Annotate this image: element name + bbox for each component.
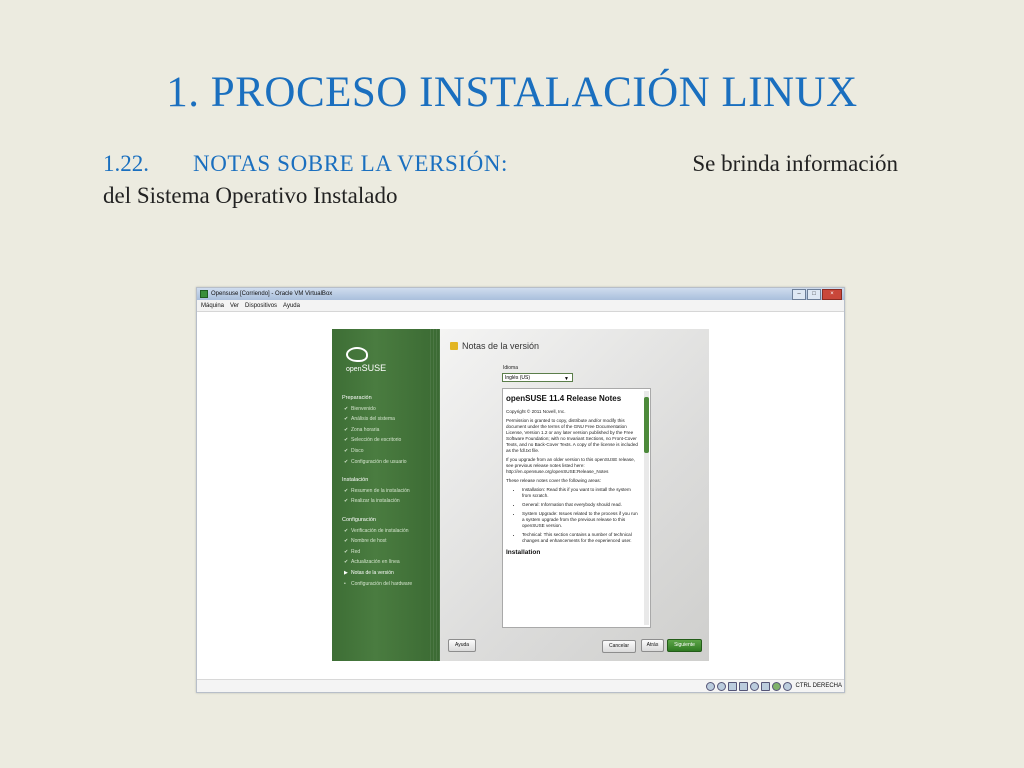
keyboard-capture-icon[interactable] bbox=[782, 681, 792, 691]
list-item: Technical: This section contains a numbe… bbox=[522, 532, 641, 544]
installer-steps: Preparación ✔ Bienvenido ✔ Análisis del si… bbox=[342, 389, 412, 589]
notes-heading: openSUSE 11.4 Release Notes bbox=[506, 394, 622, 403]
check-icon: ✔ bbox=[344, 487, 349, 494]
section-number: 1.22. bbox=[103, 151, 149, 176]
release-notes-icon bbox=[450, 342, 458, 350]
back-button[interactable]: Atrás bbox=[641, 639, 664, 652]
minimize-button[interactable]: – bbox=[792, 289, 806, 300]
slide-title: 1. PROCESO INSTALACIÓN LINUX bbox=[166, 69, 858, 116]
check-icon: ✔ bbox=[344, 426, 349, 433]
step-item: ✔ Bienvenido bbox=[342, 404, 412, 415]
notes-cover-intro: These release notes cover the following … bbox=[506, 478, 601, 483]
check-icon: ✔ bbox=[344, 437, 349, 444]
check-icon: ✔ bbox=[344, 447, 349, 454]
host-key-label: CTRL DERECHA bbox=[795, 683, 842, 689]
vbox-menu-bar: Máquina Ver Dispositivos Ayuda bbox=[197, 300, 844, 312]
help-button[interactable]: Ayuda bbox=[448, 639, 476, 652]
notes-scrollbar[interactable] bbox=[644, 391, 649, 625]
step-item: ✔ Análisis del sistema bbox=[342, 414, 412, 425]
list-item: System Upgrade: Issues related to the pr… bbox=[522, 511, 641, 529]
step-item: ✔ Actualización en línea bbox=[342, 557, 412, 568]
vbox-status-bar: CTRL DERECHA bbox=[197, 679, 844, 692]
steps-section-configuracion: Configuración bbox=[342, 516, 376, 523]
check-icon: ✔ bbox=[344, 405, 349, 412]
step-item: ✔ Configuración de usuario bbox=[342, 457, 412, 468]
installer-sidebar: openSUSE Preparación ✔ Bienvenido ✔ Anális… bbox=[332, 329, 440, 661]
check-icon: ✔ bbox=[344, 559, 349, 566]
step-item: ✔ Nombre de host bbox=[342, 536, 412, 547]
notes-upgrade: If you upgrade from an older version to … bbox=[506, 457, 635, 474]
step-item-current: ▶ Notas de la versión bbox=[342, 568, 412, 579]
arrow-right-icon: ▶ bbox=[344, 569, 348, 576]
menu-ver[interactable]: Ver bbox=[230, 303, 239, 309]
optical-drive-icon[interactable] bbox=[716, 681, 726, 691]
virtualbox-window: Opensuse [Corriendo] - Oracle VM Virtual… bbox=[196, 287, 845, 693]
check-icon: ✔ bbox=[344, 458, 349, 465]
language-select[interactable]: Inglés (US) ▼ bbox=[502, 373, 573, 382]
slide-subtitle: 1.22. NOTAS SOBRE LA VERSIÓN: Se brinda i… bbox=[103, 148, 898, 212]
section-description-2: del Sistema Operativo Instalado bbox=[103, 183, 398, 208]
step-item: ✔ Disco bbox=[342, 446, 412, 457]
menu-maquina[interactable]: Máquina bbox=[201, 303, 224, 309]
vbox-title-bar: Opensuse [Corriendo] - Oracle VM Virtual… bbox=[197, 288, 844, 300]
menu-ayuda[interactable]: Ayuda bbox=[283, 303, 300, 309]
step-item: ✔ Red bbox=[342, 547, 412, 558]
menu-dispositivos[interactable]: Dispositivos bbox=[245, 303, 277, 309]
notes-subheading: Installation bbox=[506, 549, 541, 556]
shared-folders-icon[interactable] bbox=[738, 681, 748, 691]
opensuse-installer: openSUSE Preparación ✔ Bienvenido ✔ Anális… bbox=[332, 329, 709, 661]
cancel-button[interactable]: Cancelar bbox=[602, 640, 636, 653]
check-icon: ✔ bbox=[344, 527, 349, 534]
brand-light: open bbox=[346, 366, 362, 373]
step-item: ✔ Verificación de instalación bbox=[342, 526, 412, 537]
notes-license: Permission is granted to copy, distribut… bbox=[506, 418, 638, 453]
installer-page-title: Notas de la versión bbox=[450, 341, 539, 351]
check-icon: ✔ bbox=[344, 548, 349, 555]
installer-content: Notas de la versión Idioma Inglés (US) ▼… bbox=[440, 329, 709, 661]
chameleon-icon bbox=[346, 347, 368, 362]
step-item: ✔ Realizar la instalación bbox=[342, 496, 412, 507]
close-button[interactable]: × bbox=[822, 289, 842, 300]
chevron-down-icon: ▼ bbox=[564, 376, 569, 382]
steps-section-preparacion: Preparación bbox=[342, 395, 372, 401]
step-item: ✔ Zona horaria bbox=[342, 425, 412, 436]
hard-disk-icon[interactable] bbox=[705, 681, 715, 691]
list-item: General: Information that everybody shou… bbox=[522, 502, 641, 508]
section-heading: NOTAS SOBRE LA VERSIÓN: bbox=[193, 151, 509, 176]
step-item: • Configuración del hardware bbox=[342, 579, 412, 590]
check-icon: ✔ bbox=[344, 538, 349, 545]
release-notes-viewer[interactable]: openSUSE 11.4 Release Notes Copyright © … bbox=[502, 388, 651, 628]
usb-icon[interactable] bbox=[727, 681, 737, 691]
bullet-icon: • bbox=[344, 580, 346, 587]
mouse-integration-icon[interactable] bbox=[771, 681, 781, 691]
vbox-window-title: Opensuse [Corriendo] - Oracle VM Virtual… bbox=[211, 291, 333, 297]
opensuse-logo: openSUSE bbox=[346, 347, 386, 375]
next-button[interactable]: Siguiente bbox=[667, 639, 702, 652]
steps-section-instalacion: Instalación bbox=[342, 477, 369, 484]
maximize-button[interactable]: □ bbox=[807, 289, 821, 300]
check-icon: ✔ bbox=[344, 416, 349, 423]
check-icon: ✔ bbox=[344, 498, 349, 505]
scrollbar-thumb[interactable] bbox=[644, 397, 649, 453]
step-item: ✔ Resumen de la instalación bbox=[342, 486, 412, 497]
display-icon[interactable] bbox=[760, 681, 770, 691]
step-item: ✔ Selección de escritorio bbox=[342, 435, 412, 446]
list-item: Installation: Read this if you want to i… bbox=[522, 487, 641, 499]
notes-copyright: Copyright © 2011 Novell, Inc. bbox=[506, 409, 566, 414]
virtualbox-app-icon bbox=[200, 290, 208, 298]
section-description-1: Se brinda información bbox=[692, 151, 898, 176]
language-label: Idioma bbox=[503, 365, 519, 371]
network-icon[interactable] bbox=[749, 681, 759, 691]
brand-bold: SUSE bbox=[361, 363, 387, 373]
